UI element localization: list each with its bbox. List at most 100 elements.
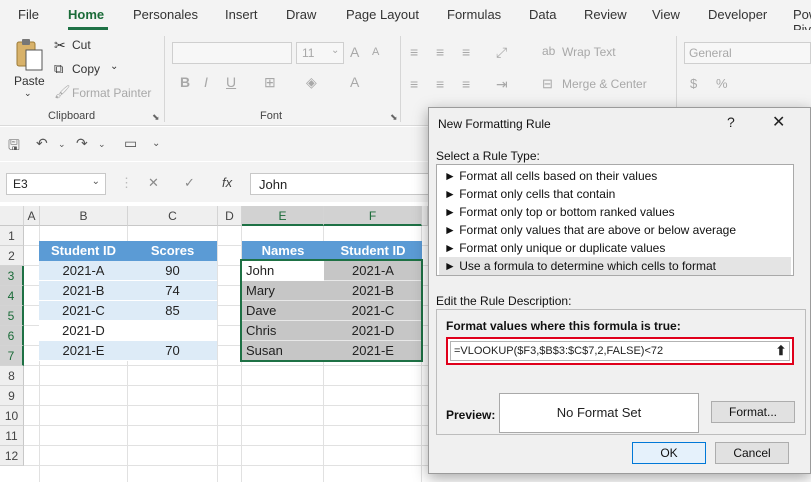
- font-color-icon[interactable]: A: [350, 74, 359, 90]
- paste-chevron-down-icon[interactable]: ⌄: [24, 88, 32, 99]
- bold-icon[interactable]: B: [180, 74, 190, 90]
- column-header-c[interactable]: C: [128, 206, 218, 226]
- row-header-7[interactable]: 7: [0, 346, 24, 366]
- cancel-button[interactable]: Cancel: [715, 442, 789, 464]
- save-icon[interactable]: 🖫: [8, 135, 20, 159]
- italic-icon[interactable]: I: [204, 74, 208, 90]
- table1-cell[interactable]: 90: [128, 261, 217, 281]
- ok-button[interactable]: OK: [632, 442, 706, 464]
- row-header-2[interactable]: 2: [0, 246, 24, 266]
- table1-cell[interactable]: 2021-C: [39, 301, 128, 321]
- tab-home[interactable]: Home: [68, 7, 104, 22]
- cancel-icon[interactable]: ✕: [148, 175, 159, 191]
- tab-view[interactable]: View: [652, 7, 680, 22]
- row-header-12[interactable]: 12: [0, 446, 24, 466]
- redo-icon[interactable]: ↷: [76, 135, 88, 152]
- row-header-6[interactable]: 6: [0, 326, 24, 346]
- tab-file[interactable]: File: [18, 7, 39, 22]
- table2-header-student-id[interactable]: Student ID: [324, 241, 422, 261]
- row-header-9[interactable]: 9: [0, 386, 24, 406]
- underline-icon[interactable]: U: [226, 74, 236, 90]
- align-right-icon[interactable]: ≡: [462, 76, 470, 92]
- column-header-e[interactable]: E: [242, 206, 324, 226]
- fill-color-icon[interactable]: ◈: [306, 74, 317, 91]
- name-box-chevron-down-icon[interactable]: ⌄: [92, 176, 100, 187]
- borders-icon[interactable]: ⊞: [264, 74, 276, 91]
- enter-icon[interactable]: ✓: [184, 175, 195, 191]
- tab-page-layout[interactable]: Page Layout: [346, 7, 419, 22]
- align-center-icon[interactable]: ≡: [436, 76, 444, 92]
- tab-review[interactable]: Review: [584, 7, 627, 22]
- copy-chevron-down-icon[interactable]: ⌄: [110, 61, 118, 72]
- column-header-d[interactable]: D: [218, 206, 242, 226]
- tab-personales[interactable]: Personales: [133, 7, 198, 22]
- rule-type-option[interactable]: ► Format only values that are above or b…: [439, 221, 791, 239]
- align-middle-icon[interactable]: ≡: [436, 44, 444, 60]
- font-name-select[interactable]: [172, 42, 292, 64]
- close-icon[interactable]: ✕: [772, 112, 785, 132]
- undo-icon[interactable]: ↶: [36, 135, 48, 152]
- cut-button[interactable]: Cut: [72, 38, 91, 52]
- increase-font-icon[interactable]: A: [350, 44, 359, 60]
- table1-cell[interactable]: 2021-E: [39, 341, 128, 361]
- table1-cell[interactable]: 2021-A: [39, 261, 128, 281]
- tab-data[interactable]: Data: [529, 7, 556, 22]
- rule-formula-input[interactable]: =VLOOKUP($F3,$B$3:$C$7,2,FALSE)<72: [450, 341, 790, 361]
- tab-draw[interactable]: Draw: [286, 7, 316, 22]
- clipboard-launcher-icon[interactable]: ⬊: [152, 112, 160, 123]
- row-header-8[interactable]: 8: [0, 366, 24, 386]
- select-all-corner[interactable]: [0, 206, 24, 226]
- row-header-4[interactable]: 4: [0, 286, 24, 306]
- wrap-text-button[interactable]: Wrap Text: [562, 45, 616, 59]
- number-format-select[interactable]: General: [684, 42, 811, 64]
- paste-button[interactable]: Paste ⌄: [10, 36, 48, 100]
- rule-type-option[interactable]: ► Format only unique or duplicate values: [439, 239, 791, 257]
- format-button[interactable]: Format...: [711, 401, 795, 423]
- copy-button[interactable]: Copy: [72, 62, 100, 76]
- column-header-a[interactable]: A: [24, 206, 40, 226]
- row-header-11[interactable]: 11: [0, 426, 24, 446]
- percent-icon[interactable]: %: [716, 76, 728, 91]
- collapse-dialog-icon[interactable]: ⬆: [773, 342, 789, 360]
- merge-center-button[interactable]: Merge & Center: [562, 77, 647, 91]
- table1-cell[interactable]: 70: [128, 341, 217, 361]
- redo-chevron-down-icon[interactable]: ⌄: [98, 139, 106, 150]
- align-bottom-icon[interactable]: ≡: [462, 44, 470, 60]
- rule-type-option-selected[interactable]: ► Use a formula to determine which cells…: [439, 257, 791, 275]
- decrease-font-icon[interactable]: A: [372, 46, 379, 58]
- format-painter-button[interactable]: Format Painter: [72, 86, 151, 100]
- align-top-icon[interactable]: ≡: [410, 44, 418, 60]
- table1-header-scores[interactable]: Scores: [128, 241, 217, 261]
- insert-function-icon[interactable]: fx: [222, 175, 232, 190]
- tab-developer[interactable]: Developer: [708, 7, 767, 22]
- rule-type-option[interactable]: ► Format all cells based on their values: [439, 167, 791, 185]
- orientation-icon[interactable]: ⤢: [496, 44, 507, 61]
- table1-cell[interactable]: 85: [128, 301, 217, 321]
- customize-toolbar-icon[interactable]: ⌄: [152, 138, 160, 149]
- help-button[interactable]: ?: [727, 114, 735, 130]
- print-preview-icon[interactable]: ▭: [124, 135, 137, 152]
- table1-cell[interactable]: 2021-D: [39, 321, 128, 341]
- row-header-5[interactable]: 5: [0, 306, 24, 326]
- row-header-3[interactable]: 3: [0, 266, 24, 286]
- table2-header-names[interactable]: Names: [242, 241, 324, 261]
- table1-cell[interactable]: [128, 321, 217, 341]
- rule-type-option[interactable]: ► Format only cells that contain: [439, 185, 791, 203]
- undo-chevron-down-icon[interactable]: ⌄: [58, 139, 66, 150]
- column-header-f[interactable]: F: [324, 206, 422, 226]
- column-header-b[interactable]: B: [40, 206, 128, 226]
- table1-cell[interactable]: 2021-B: [39, 281, 128, 301]
- row-header-1[interactable]: 1: [0, 226, 24, 246]
- table1-header-student-id[interactable]: Student ID: [39, 241, 128, 261]
- tab-insert[interactable]: Insert: [225, 7, 258, 22]
- tab-formulas[interactable]: Formulas: [447, 7, 501, 22]
- rule-type-option[interactable]: ► Format only top or bottom ranked value…: [439, 203, 791, 221]
- row-header-10[interactable]: 10: [0, 406, 24, 426]
- align-left-icon[interactable]: ≡: [410, 76, 418, 92]
- accounting-format-icon[interactable]: $: [690, 76, 697, 91]
- indent-icon[interactable]: ⇥: [496, 76, 508, 93]
- table1-cell[interactable]: 74: [128, 281, 217, 301]
- font-size-select[interactable]: 11 ⌄: [296, 42, 344, 64]
- font-launcher-icon[interactable]: ⬊: [390, 112, 398, 123]
- name-box[interactable]: E3 ⌄: [6, 173, 106, 195]
